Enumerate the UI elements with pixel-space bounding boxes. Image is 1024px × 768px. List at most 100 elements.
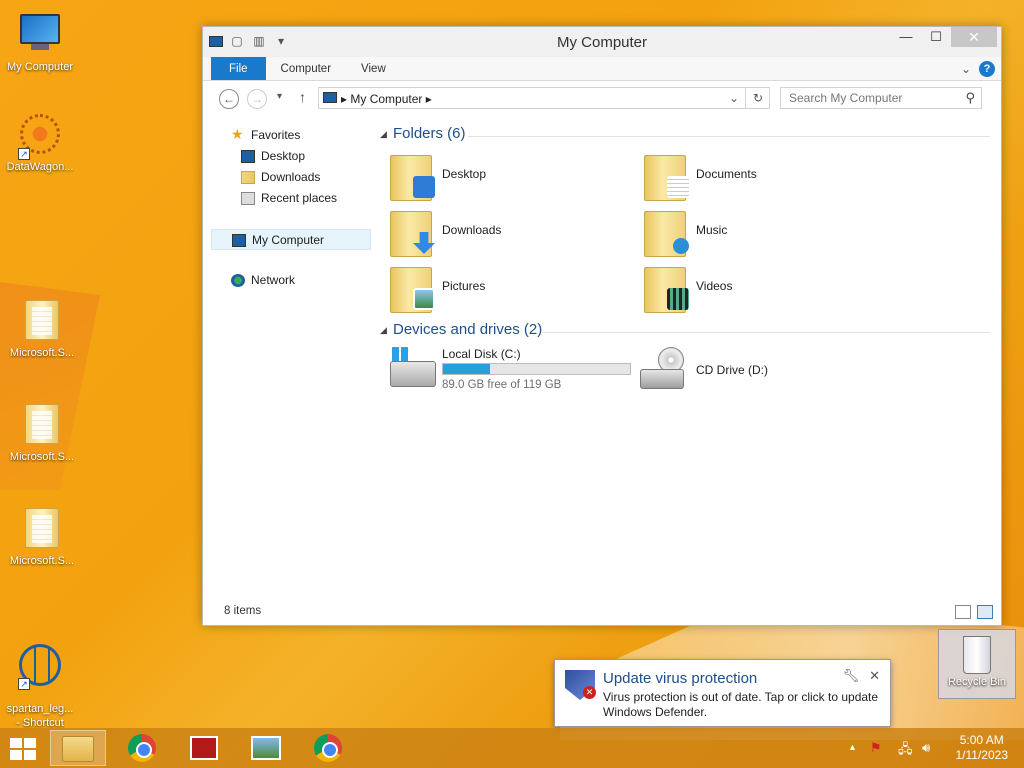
folder-desktop[interactable]: Desktop — [378, 149, 628, 205]
help-icon[interactable]: ? — [979, 61, 995, 77]
forward-button[interactable]: → — [247, 89, 267, 109]
clock[interactable]: 5:00 AM 1/11/2023 — [956, 733, 1009, 763]
desktop-icon-microsoft-3[interactable]: Microsoft.S... — [2, 506, 82, 568]
desktop-icon-label: spartan_leg... - Shortcut — [6, 703, 74, 729]
desktop-icon-label: Microsoft.S... — [9, 451, 75, 463]
desktop-folder-icon — [390, 155, 435, 201]
address-dropdown-icon[interactable]: ⌄ — [729, 91, 739, 105]
nav-network[interactable]: Network — [211, 270, 371, 291]
drive-usage-fill — [443, 364, 491, 374]
downloads-folder-icon — [241, 171, 255, 184]
network-icon[interactable]: 🖧︎ — [898, 740, 913, 762]
recent-locations-icon[interactable]: ▾ — [277, 91, 282, 102]
large-icons-view-icon[interactable] — [977, 605, 993, 619]
search-placeholder: Search My Computer — [789, 91, 903, 105]
nav-label: Favorites — [251, 128, 301, 142]
item-count: 8 items — [224, 605, 262, 617]
defender-flag-icon[interactable]: ⚑ — [870, 740, 882, 756]
folder-icon — [20, 404, 64, 448]
refresh-button[interactable]: ↻ — [745, 87, 770, 109]
folder-pictures[interactable]: Pictures — [378, 261, 628, 317]
ribbon-tabs: File Computer View ⌄ ? — [203, 57, 1001, 81]
drives-group-header[interactable]: ◢ Devices and drives (2) — [378, 321, 990, 345]
app-icon — [190, 736, 218, 760]
up-arrow-icon[interactable]: ↑ — [299, 89, 306, 105]
desktop-icon-my-computer[interactable]: My Computer — [0, 10, 80, 74]
desktop-icon-label: Recycle Bin — [947, 676, 1007, 688]
tab-computer[interactable]: Computer — [266, 57, 347, 80]
error-badge-icon: ✕ — [583, 686, 596, 699]
taskbar-chrome-1[interactable] — [114, 730, 170, 766]
notification-toast[interactable]: ✕ Update virus protection Virus protecti… — [554, 659, 891, 727]
nav-my-computer[interactable]: My Computer — [211, 229, 371, 250]
collapse-icon: ◢ — [380, 129, 387, 139]
details-view-icon[interactable] — [955, 605, 971, 619]
desktop-icon-datawagon[interactable]: ↗ DataWagon... — [0, 112, 80, 174]
folder-documents[interactable]: Documents — [632, 149, 882, 205]
taskbar-chrome-2[interactable] — [300, 730, 356, 766]
datawagon-icon: ↗ — [18, 114, 62, 160]
desktop-icon — [241, 150, 255, 163]
desktop-icon-label: DataWagon... — [6, 161, 74, 173]
group-title: Folders (6) — [393, 125, 466, 142]
folder-icon — [20, 508, 64, 552]
computer-icon — [18, 14, 62, 58]
taskbar-app-red[interactable] — [176, 730, 232, 766]
shortcut-arrow-icon: ↗ — [18, 678, 30, 690]
search-input[interactable]: Search My Computer ⚲ — [780, 87, 982, 109]
folder-name: Documents — [696, 167, 757, 181]
computer-icon — [323, 92, 337, 103]
address-bar[interactable]: ▸ My Computer ▸ ⌄ — [318, 87, 770, 109]
desktop-icon-microsoft-1[interactable]: Microsoft.S... — [2, 298, 82, 360]
drive-local-disk-c[interactable]: Local Disk (C:) 89.0 GB free of 119 GB — [378, 347, 638, 407]
chrome-icon — [128, 734, 156, 762]
folder-videos[interactable]: Videos — [632, 261, 882, 317]
back-button[interactable]: ← — [219, 89, 239, 109]
nav-favorites[interactable]: ★ Favorites — [211, 125, 371, 146]
close-icon[interactable]: ✕ — [869, 668, 880, 684]
tab-view[interactable]: View — [346, 57, 401, 80]
expand-ribbon-icon[interactable]: ⌄ — [961, 62, 971, 76]
folder-name: Pictures — [442, 279, 486, 293]
divider — [543, 332, 990, 333]
desktop-icon-spartan-shortcut[interactable]: ↗ spartan_leg... - Shortcut — [0, 630, 80, 742]
close-button[interactable]: ✕ — [951, 27, 997, 47]
folder-name: Downloads — [442, 223, 502, 237]
nav-label: Downloads — [261, 170, 321, 184]
divider — [468, 136, 990, 137]
hard-drive-icon — [390, 361, 436, 387]
tab-file[interactable]: File — [211, 57, 266, 80]
desktop-icon-label: Microsoft.S... — [9, 347, 75, 359]
volume-icon[interactable]: 🔊︎ — [922, 740, 930, 756]
nav-recent-places[interactable]: Recent places — [211, 188, 371, 209]
maximize-button[interactable]: ☐ — [921, 27, 951, 47]
network-icon — [231, 274, 245, 287]
title-bar[interactable]: ▢ ▥ ▾ My Computer — ☐ ✕ — [203, 27, 1001, 57]
desktop-icon-microsoft-2[interactable]: Microsoft.S... — [2, 402, 82, 464]
explorer-window: ▢ ▥ ▾ My Computer — ☐ ✕ File Computer Vi… — [202, 26, 1002, 626]
minimize-button[interactable]: — — [891, 27, 921, 47]
folder-downloads[interactable]: Downloads — [378, 205, 628, 261]
folders-group-header[interactable]: ◢ Folders (6) — [378, 125, 990, 149]
nav-downloads[interactable]: Downloads — [211, 167, 371, 188]
recycle-bin-icon — [963, 636, 991, 674]
show-hidden-icons-icon[interactable]: ▲ — [848, 742, 857, 752]
breadcrumb[interactable]: ▸ My Computer ▸ — [341, 92, 432, 106]
photos-icon — [251, 736, 281, 760]
breadcrumb-my-computer[interactable]: My Computer — [350, 92, 422, 106]
taskbar-photos[interactable] — [238, 730, 294, 766]
settings-wrench-icon[interactable]: 🔧︎ — [843, 668, 860, 684]
search-icon[interactable]: ⚲ — [965, 90, 975, 106]
cd-drive-icon — [640, 347, 686, 393]
drive-cd-d[interactable]: CD Drive (D:) — [632, 347, 832, 407]
collapse-icon: ◢ — [380, 325, 387, 335]
nav-desktop[interactable]: Desktop — [211, 146, 371, 167]
desktop-icon-recycle-bin[interactable]: Recycle Bin — [938, 629, 1016, 699]
folder-music[interactable]: Music — [632, 205, 882, 261]
start-button[interactable] — [10, 738, 38, 760]
notification-title: Update virus protection — [603, 670, 758, 687]
documents-folder-icon — [644, 155, 689, 201]
music-folder-icon — [644, 211, 689, 257]
system-tray: ▲ ⚑ 🖧︎ 🔊︎ 5:00 AM 1/11/2023 — [824, 728, 1024, 768]
taskbar-file-explorer[interactable] — [50, 730, 106, 766]
